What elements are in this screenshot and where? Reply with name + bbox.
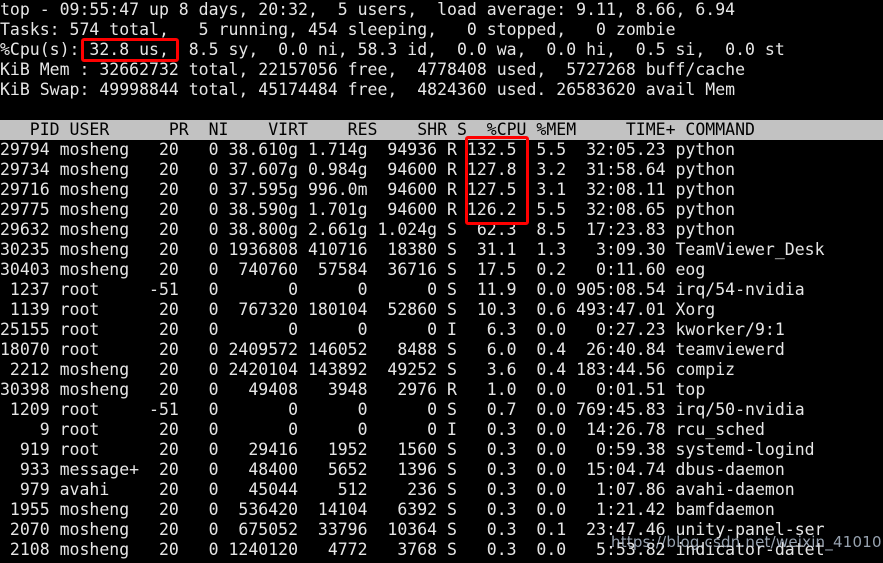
summary-uptime-line: top - 09:55:47 up 8 days, 20:32, 5 users… bbox=[0, 0, 736, 19]
table-row: 1139 root 20 0 767320 180104 52860 S 10.… bbox=[0, 300, 716, 319]
table-row: 29734 mosheng 20 0 37.607g 0.984g 94600 … bbox=[0, 160, 736, 179]
table-row: 919 root 20 0 29416 1952 1560 S 0.3 0.0 … bbox=[0, 440, 815, 459]
table-row: 2108 mosheng 20 0 1240120 4772 3768 S 0.… bbox=[0, 540, 825, 559]
table-row: 30403 mosheng 20 0 740760 57584 36716 S … bbox=[0, 260, 706, 279]
summary-swap-line: KiB Swap: 49998844 total, 45174484 free,… bbox=[0, 80, 736, 99]
summary-blank-line bbox=[0, 100, 883, 120]
summary-memory-line: KiB Mem : 32662732 total, 22157056 free,… bbox=[0, 60, 746, 79]
table-row: 29794 mosheng 20 0 38.610g 1.714g 94936 … bbox=[0, 140, 736, 159]
table-row: 18070 root 20 0 2409572 146052 8488 S 6.… bbox=[0, 340, 785, 359]
table-row: 29716 mosheng 20 0 37.595g 996.0m 94600 … bbox=[0, 180, 736, 199]
table-row: 979 avahi 20 0 45044 512 236 S 0.3 0.0 1… bbox=[0, 480, 795, 499]
table-row: 1955 mosheng 20 0 536420 14104 6392 S 0.… bbox=[0, 500, 775, 519]
table-row: 25155 root 20 0 0 0 0 I 6.3 0.0 0:27.23 … bbox=[0, 320, 785, 339]
table-row: 1209 root -51 0 0 0 0 S 0.7 0.0 769:45.8… bbox=[0, 400, 805, 419]
table-row: 30398 mosheng 20 0 49408 3948 2976 R 1.0… bbox=[0, 380, 706, 399]
terminal-window: top - 09:55:47 up 8 days, 20:32, 5 users… bbox=[0, 0, 883, 563]
table-row: 29632 mosheng 20 0 38.800g 2.661g 1.024g… bbox=[0, 220, 736, 239]
table-row: 30235 mosheng 20 0 1936808 410716 18380 … bbox=[0, 240, 825, 259]
table-row: 2212 mosheng 20 0 2420104 143892 49252 S… bbox=[0, 360, 736, 379]
table-row: 29775 mosheng 20 0 38.590g 1.701g 94600 … bbox=[0, 200, 736, 219]
table-row: 9 root 20 0 0 0 0 I 0.3 0.0 14:26.78 rcu… bbox=[0, 420, 765, 439]
summary-tasks-line: Tasks: 574 total, 5 running, 454 sleepin… bbox=[0, 20, 676, 39]
table-row: 933 message+ 20 0 48400 5652 1396 S 0.3 … bbox=[0, 460, 785, 479]
table-row: 1237 root -51 0 0 0 0 S 11.9 0.0 905:08.… bbox=[0, 280, 805, 299]
process-table-header: PID USER PR NI VIRT RES SHR S %CPU %MEM … bbox=[0, 120, 883, 140]
process-table-body: 29794 mosheng 20 0 38.610g 1.714g 94936 … bbox=[0, 140, 883, 560]
table-row: 2070 mosheng 20 0 675052 33796 10364 S 0… bbox=[0, 520, 825, 539]
top-summary-panel: top - 09:55:47 up 8 days, 20:32, 5 users… bbox=[0, 0, 883, 120]
summary-cpu-line: %Cpu(s): 32.8 us, 8.5 sy, 0.0 ni, 58.3 i… bbox=[0, 40, 785, 59]
